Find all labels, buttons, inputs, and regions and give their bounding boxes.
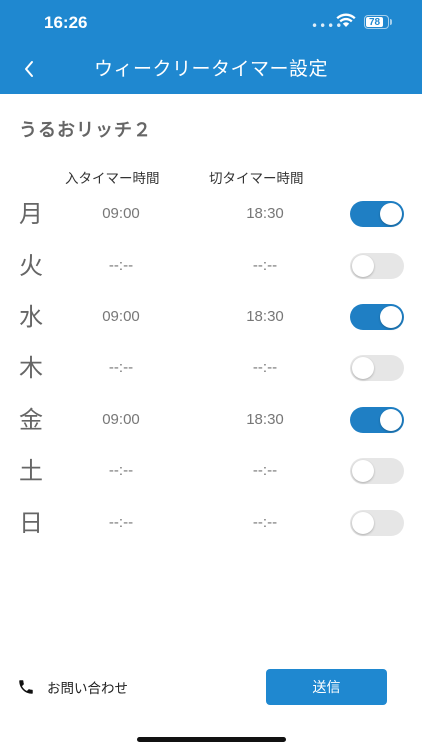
toggle-knob (352, 460, 374, 482)
on-time-value[interactable]: 09:00 (71, 400, 171, 440)
off-time-value[interactable]: 18:30 (215, 194, 315, 234)
battery-tip (390, 19, 392, 25)
on-time-value[interactable]: 09:00 (71, 194, 171, 234)
back-button[interactable] (12, 52, 46, 86)
phone-icon (19, 680, 33, 694)
day-row-tue: 火 --:-- --:-- (0, 246, 422, 286)
home-indicator (137, 737, 286, 742)
toggle-knob (380, 306, 402, 328)
day-row-thu: 木 --:-- --:-- (0, 348, 422, 388)
on-time-value[interactable]: --:-- (71, 348, 171, 388)
day-toggle-fri[interactable] (350, 407, 404, 433)
off-timer-column-header: 切タイマー時間 (209, 171, 304, 187)
off-time-value[interactable]: 18:30 (215, 400, 315, 440)
battery-icon: 78 (364, 15, 389, 29)
day-label: 月 (19, 200, 43, 228)
day-toggle-mon[interactable] (350, 201, 404, 227)
contact-link[interactable]: お問い合わせ (17, 674, 128, 700)
off-time-value[interactable]: --:-- (215, 246, 315, 286)
on-time-value[interactable]: 09:00 (71, 297, 171, 337)
on-time-value[interactable]: --:-- (71, 451, 171, 491)
day-label: 金 (19, 406, 43, 434)
device-name: うるおリッチ２ (19, 120, 152, 141)
page-title: ウィークリータイマー設定 (93, 58, 328, 80)
on-time-value[interactable]: --:-- (71, 246, 171, 286)
day-toggle-sun[interactable] (350, 510, 404, 536)
day-toggle-wed[interactable] (350, 304, 404, 330)
app-header: 16:26 •••• 78 ウィークリータイマー設定 (0, 0, 422, 94)
on-time-value[interactable]: --:-- (71, 503, 171, 543)
send-button[interactable]: 送信 (266, 669, 387, 705)
chevron-left-icon (25, 61, 33, 77)
toggle-knob (380, 203, 402, 225)
toggle-knob (352, 255, 374, 277)
toggle-knob (380, 409, 402, 431)
on-timer-column-header: 入タイマー時間 (65, 171, 160, 187)
day-row-sun: 日 --:-- --:-- (0, 503, 422, 543)
day-row-sat: 土 --:-- --:-- (0, 451, 422, 491)
off-time-value[interactable]: 18:30 (215, 297, 315, 337)
contact-label: お問い合わせ (47, 681, 128, 697)
toggle-knob (352, 357, 374, 379)
day-toggle-sat[interactable] (350, 458, 404, 484)
off-time-value[interactable]: --:-- (215, 348, 315, 388)
day-row-wed: 水 09:00 18:30 (0, 297, 422, 337)
toggle-knob (352, 512, 374, 534)
day-label: 土 (19, 457, 43, 485)
day-label: 日 (19, 509, 43, 537)
off-time-value[interactable]: --:-- (215, 503, 315, 543)
day-toggle-thu[interactable] (350, 355, 404, 381)
day-label: 木 (19, 354, 43, 382)
battery-level: 78 (366, 17, 383, 28)
day-row-mon: 月 09:00 18:30 (0, 194, 422, 234)
day-toggle-tue[interactable] (350, 253, 404, 279)
wifi-icon (336, 13, 356, 32)
day-label: 火 (19, 252, 43, 280)
off-time-value[interactable]: --:-- (215, 451, 315, 491)
day-label: 水 (19, 303, 43, 331)
day-row-fri: 金 09:00 18:30 (0, 400, 422, 440)
status-time: 16:26 (44, 13, 88, 32)
